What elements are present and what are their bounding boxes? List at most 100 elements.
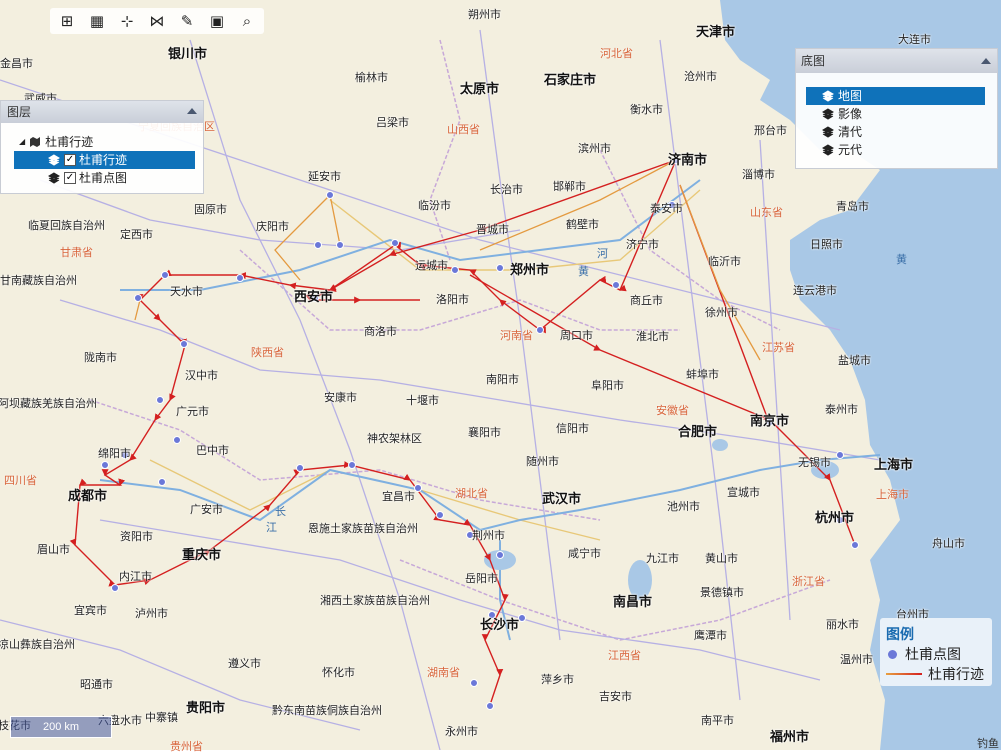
dufu-point <box>101 461 109 469</box>
city-label: 金昌市 <box>0 58 33 70</box>
basemap-item-imagery[interactable]: 影像 <box>806 105 985 123</box>
layers-icon <box>822 126 834 138</box>
zoom-in-button[interactable]: ⊞ <box>54 8 80 34</box>
city-label: 萍乡市 <box>541 674 574 686</box>
dufu-point <box>391 239 399 247</box>
city-label: 绵阳市 <box>98 448 131 460</box>
city-label: 宣城市 <box>727 487 760 499</box>
layers-icon <box>822 90 834 102</box>
province-label: 浙江省 <box>792 576 825 588</box>
city-label: 武汉市 <box>542 491 582 506</box>
zoom-in-icon: ⊞ <box>60 13 74 30</box>
city-label: 朔州市 <box>468 9 501 21</box>
city-label: 内江市 <box>119 571 152 583</box>
city-label: 福州市 <box>770 729 810 744</box>
dufu-point <box>326 191 334 199</box>
city-label: 周口市 <box>560 330 593 342</box>
city-label: 汉中市 <box>185 370 218 382</box>
dufu-point <box>314 241 322 249</box>
province-label: 上海市 <box>876 489 909 501</box>
book-icon: ▦ <box>89 13 105 30</box>
layer-trace-checkbox[interactable]: ✓ <box>64 154 76 166</box>
highway-network <box>149 189 701 541</box>
layer-item-points[interactable]: ✓ 杜甫点图 <box>14 169 203 187</box>
layer-item-trace[interactable]: ✓ 杜甫行迹 <box>14 151 195 169</box>
dufu-point <box>161 271 169 279</box>
water-label: 黄 <box>578 266 589 278</box>
city-label: 无锡市 <box>798 457 831 469</box>
city-label: 巴中市 <box>196 445 229 457</box>
layers-button[interactable]: ▦ <box>84 8 110 34</box>
province-label: 湖南省 <box>427 667 460 679</box>
city-label: 阿坝藏族羌族自治州 <box>0 398 97 410</box>
city-label: 中寨镇 <box>145 712 178 724</box>
dufu-point <box>612 281 620 289</box>
province-label: 安徽省 <box>656 405 689 417</box>
add-point-button[interactable]: ⊹ <box>114 8 140 34</box>
city-label: 宜宾市 <box>74 605 107 617</box>
city-label: 运城市 <box>415 260 448 272</box>
province-label: 山西省 <box>447 124 480 136</box>
city-label: 宜昌市 <box>382 491 415 503</box>
dufu-trace-layer <box>69 159 856 706</box>
basemap-panel: 底图 地图 影像 清代 元代 <box>795 48 998 169</box>
city-label: 晋城市 <box>476 224 509 236</box>
basemap-item-qing[interactable]: 清代 <box>806 123 985 141</box>
map-toolbar: ⊞ ▦ ⊹ ⋈ ✎ ▣ ⌕ <box>50 8 264 34</box>
city-label: 吕梁市 <box>376 117 409 129</box>
dufu-point <box>496 551 504 559</box>
legend-point-row: 杜甫点图 <box>886 644 961 664</box>
city-label: 怀化市 <box>322 667 355 679</box>
dufu-point <box>536 326 544 334</box>
city-label: 舟山市 <box>932 538 965 550</box>
collapse-icon[interactable] <box>981 58 991 64</box>
city-label: 衡水市 <box>630 104 663 116</box>
dufu-point <box>236 274 244 282</box>
basemap-panel-header[interactable]: 底图 <box>796 49 997 73</box>
dufu-point <box>173 436 181 444</box>
water-label: 长 <box>275 506 286 518</box>
city-label: 资阳市 <box>120 531 153 543</box>
city-label: 太原市 <box>460 81 500 96</box>
search-button[interactable]: ⌕ <box>234 8 260 34</box>
dufu-point <box>851 541 859 549</box>
city-label: 商洛市 <box>364 326 397 338</box>
layer-group-row[interactable]: ◢ 杜甫行迹 <box>1 133 203 151</box>
city-label: 阜阳市 <box>591 380 624 392</box>
city-label: 黔东南苗族侗族自治州 <box>272 705 382 717</box>
city-label: 邯郸市 <box>553 181 586 193</box>
tree-expand-icon[interactable]: ◢ <box>19 133 25 151</box>
city-label: 西安市 <box>294 289 334 304</box>
city-label: 永州市 <box>445 726 478 738</box>
city-label: 临沂市 <box>708 256 741 268</box>
city-label: 南京市 <box>750 413 790 428</box>
province-label: 贵州省 <box>170 741 203 753</box>
city-label: 十堰市 <box>406 395 439 407</box>
share-button[interactable]: ⋈ <box>144 8 170 34</box>
measure-button[interactable]: ✎ <box>174 8 200 34</box>
city-label: 鹤壁市 <box>566 219 599 231</box>
basemap-item-map[interactable]: 地图 <box>806 87 985 105</box>
city-label: 广安市 <box>190 504 223 516</box>
layer-points-checkbox[interactable]: ✓ <box>64 172 76 184</box>
city-label: 鹰潭市 <box>694 630 727 642</box>
trace-segment-orange <box>679 184 761 361</box>
dufu-point <box>496 264 504 272</box>
city-label: 甘南藏族自治州 <box>0 275 77 287</box>
collapse-icon[interactable] <box>187 108 197 114</box>
layer-panel-header[interactable]: 图层 <box>1 101 203 123</box>
point-symbol-icon <box>888 649 897 659</box>
city-label: 天津市 <box>696 24 736 39</box>
province-label: 陕西省 <box>251 347 284 359</box>
province-label: 江西省 <box>608 650 641 662</box>
city-label: 淄博市 <box>742 169 775 181</box>
basemap-item-yuan[interactable]: 元代 <box>806 141 985 159</box>
city-label: 岳阳市 <box>465 573 498 585</box>
city-label: 贵阳市 <box>186 700 226 715</box>
province-label: 山东省 <box>750 207 783 219</box>
save-button[interactable]: ▣ <box>204 8 230 34</box>
city-label: 庆阳市 <box>256 221 289 233</box>
dufu-point <box>156 396 164 404</box>
basemap-item-label: 影像 <box>838 107 863 121</box>
add-point-icon: ⊹ <box>120 13 134 30</box>
